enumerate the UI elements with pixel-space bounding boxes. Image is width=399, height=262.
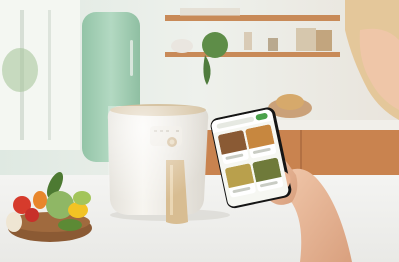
- broccoli: [58, 219, 82, 231]
- recipe-image: [217, 129, 248, 155]
- shelf-cups: [180, 8, 240, 16]
- window-frame-2: [48, 10, 51, 140]
- recipe-title-line: [225, 153, 244, 161]
- recipe-title-line: [232, 186, 251, 194]
- recipe-card: [224, 163, 257, 198]
- recipe-card: [217, 129, 250, 165]
- shelf-plant: [202, 32, 228, 58]
- app-search-bar: [216, 116, 255, 130]
- shelf-box: [316, 30, 332, 51]
- recipe-image: [244, 124, 275, 149]
- fridge-handle: [130, 40, 133, 76]
- lettuce: [73, 191, 91, 205]
- airfryer-glow: [108, 106, 208, 216]
- lower-shelf: [165, 52, 340, 57]
- shelf-bowl: [171, 39, 193, 53]
- recipe-title-line: [259, 180, 278, 188]
- app-filter-chip: [255, 112, 269, 121]
- shelf-jar-1: [244, 32, 252, 50]
- shelf-frame: [296, 28, 316, 51]
- onion: [6, 212, 22, 232]
- pepper-orange: [33, 191, 47, 209]
- recipe-card: [244, 124, 277, 159]
- tomato-2: [25, 208, 39, 222]
- shelf-jar-2: [268, 38, 278, 51]
- window-plant: [2, 48, 38, 92]
- recipe-image: [252, 157, 282, 183]
- kitchen-scene: [0, 0, 399, 262]
- recipe-title-line: [252, 147, 271, 155]
- recipe-image: [224, 163, 255, 189]
- recipe-card: [252, 157, 284, 193]
- photo-frame: [0, 0, 399, 262]
- bread: [276, 94, 304, 110]
- cabbage: [46, 191, 74, 219]
